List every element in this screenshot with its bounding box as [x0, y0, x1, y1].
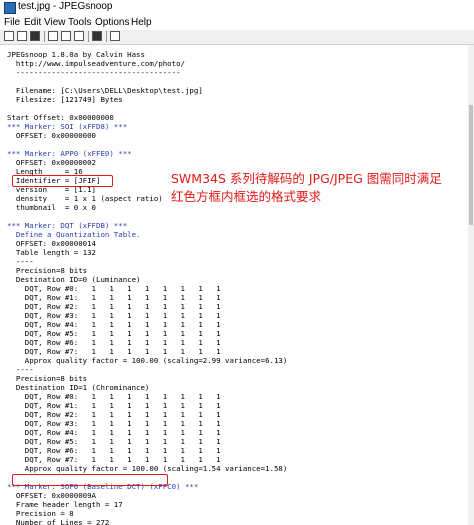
menu-file[interactable]: File — [4, 17, 20, 28]
toolbar-separator — [88, 31, 89, 42]
log-line: thumbnail = 0 x 0 — [7, 203, 96, 212]
log-line: DQT, Row #3: 1 1 1 1 1 1 1 1 — [7, 311, 221, 320]
vertical-scrollbar[interactable] — [468, 45, 474, 525]
log-line: DQT, Row #7: 1 1 1 1 1 1 1 1 — [7, 455, 221, 464]
toolbar-separator — [44, 31, 45, 42]
log-line: DQT, Row #5: 1 1 1 1 1 1 1 1 — [7, 437, 221, 446]
log-line: DQT, Row #4: 1 1 1 1 1 1 1 1 — [7, 320, 221, 329]
new-icon[interactable] — [4, 31, 14, 41]
log-line: ---- — [7, 257, 34, 266]
log-line: OFFSET: 0x00000014 — [7, 239, 96, 248]
log-line: ---- — [7, 365, 34, 374]
log-line: Destination ID=1 (Chrominance) — [7, 383, 150, 392]
log-line: OFFSET: 0x0000009A — [7, 491, 96, 500]
log-line: Approx quality factor = 100.00 (scaling=… — [7, 464, 288, 473]
log-line: Filesize: [121749] Bytes — [7, 95, 123, 104]
log-line: *** Marker: DQT (xFFDB) *** — [7, 221, 128, 230]
title-bar: test.jpg - JPEGsnoop — [0, 0, 474, 15]
log-line: Start Offset: 0x00000000 — [7, 113, 114, 122]
log-line: DQT, Row #1: 1 1 1 1 1 1 1 1 — [7, 401, 221, 410]
copy-icon[interactable] — [61, 31, 71, 41]
highlight-identifier-box — [12, 175, 113, 187]
annotation-line-2: 红色方框内框选的格式要求 — [171, 189, 322, 204]
log-line: Precision=8 bits — [7, 374, 88, 383]
log-line: DQT, Row #5: 1 1 1 1 1 1 1 1 — [7, 329, 221, 338]
log-line: DQT, Row #4: 1 1 1 1 1 1 1 1 — [7, 428, 221, 437]
app-icon — [4, 2, 16, 14]
menu-options[interactable]: Options — [95, 17, 129, 28]
log-line: DQT, Row #6: 1 1 1 1 1 1 1 1 — [7, 338, 221, 347]
log-line: DQT, Row #2: 1 1 1 1 1 1 1 1 — [7, 410, 221, 419]
log-line: DQT, Row #0: 1 1 1 1 1 1 1 1 — [7, 284, 221, 293]
log-line: Define a Quantization Table. — [7, 230, 141, 239]
save-icon[interactable] — [30, 31, 40, 41]
scrollbar-thumb[interactable] — [469, 105, 473, 225]
menu-edit[interactable]: Edit — [24, 17, 41, 28]
log-line: DQT, Row #2: 1 1 1 1 1 1 1 1 — [7, 302, 221, 311]
log-line: density = 1 x 1 (aspect ratio) — [7, 194, 163, 203]
log-output[interactable]: JPEGsnoop 1.8.0a by Calvin Hass http://w… — [0, 45, 474, 525]
annotation-line-1: SWM34S 系列待解码的 JPG/JPEG 图需同时满足 — [171, 171, 442, 186]
log-line: Frame header length = 17 — [7, 500, 123, 509]
log-line: DQT, Row #3: 1 1 1 1 1 1 1 1 — [7, 419, 221, 428]
log-line: DQT, Row #7: 1 1 1 1 1 1 1 1 — [7, 347, 221, 356]
log-line: ------------------------------------- — [7, 68, 181, 77]
log-line: DQT, Row #0: 1 1 1 1 1 1 1 1 — [7, 392, 221, 401]
highlight-sof0-box — [12, 474, 168, 486]
log-line: http://www.impulseadventure.com/photo/ — [7, 59, 185, 68]
menu-help[interactable]: Help — [131, 17, 152, 28]
log-line: DQT, Row #1: 1 1 1 1 1 1 1 1 — [7, 293, 221, 302]
log-line: Precision=8 bits — [7, 266, 88, 275]
log-line: *** Marker: SOI (xFFD8) *** — [7, 122, 128, 131]
log-line: Precision = 8 — [7, 509, 74, 518]
log-line: JPEGsnoop 1.8.0a by Calvin Hass — [7, 50, 145, 59]
cut-icon[interactable] — [48, 31, 58, 41]
window-title: test.jpg - JPEGsnoop — [18, 1, 113, 12]
log-line: *** Marker: APP0 (xFFE0) *** — [7, 149, 132, 158]
menu-view[interactable]: View — [44, 17, 66, 28]
print-icon[interactable] — [92, 31, 102, 41]
menu-tools[interactable]: Tools — [68, 17, 91, 28]
log-line: OFFSET: 0x00000000 — [7, 131, 96, 140]
log-line: DQT, Row #6: 1 1 1 1 1 1 1 1 — [7, 446, 221, 455]
log-line: Table length = 132 — [7, 248, 96, 257]
paste-icon[interactable] — [74, 31, 84, 41]
toolbar-separator — [106, 31, 107, 42]
open-icon[interactable] — [17, 31, 27, 41]
log-line: Destination ID=0 (Luminance) — [7, 275, 141, 284]
log-line: Number of Lines = 272 — [7, 518, 110, 525]
log-line: OFFSET: 0x00000002 — [7, 158, 96, 167]
toolbar — [0, 30, 474, 45]
help-icon[interactable] — [110, 31, 120, 41]
menu-bar: File Edit View Tools Options Help — [0, 15, 474, 30]
log-line: Filename: [C:\Users\DELL\Desktop\test.jp… — [7, 86, 203, 95]
log-line: Approx quality factor = 100.00 (scaling=… — [7, 356, 288, 365]
